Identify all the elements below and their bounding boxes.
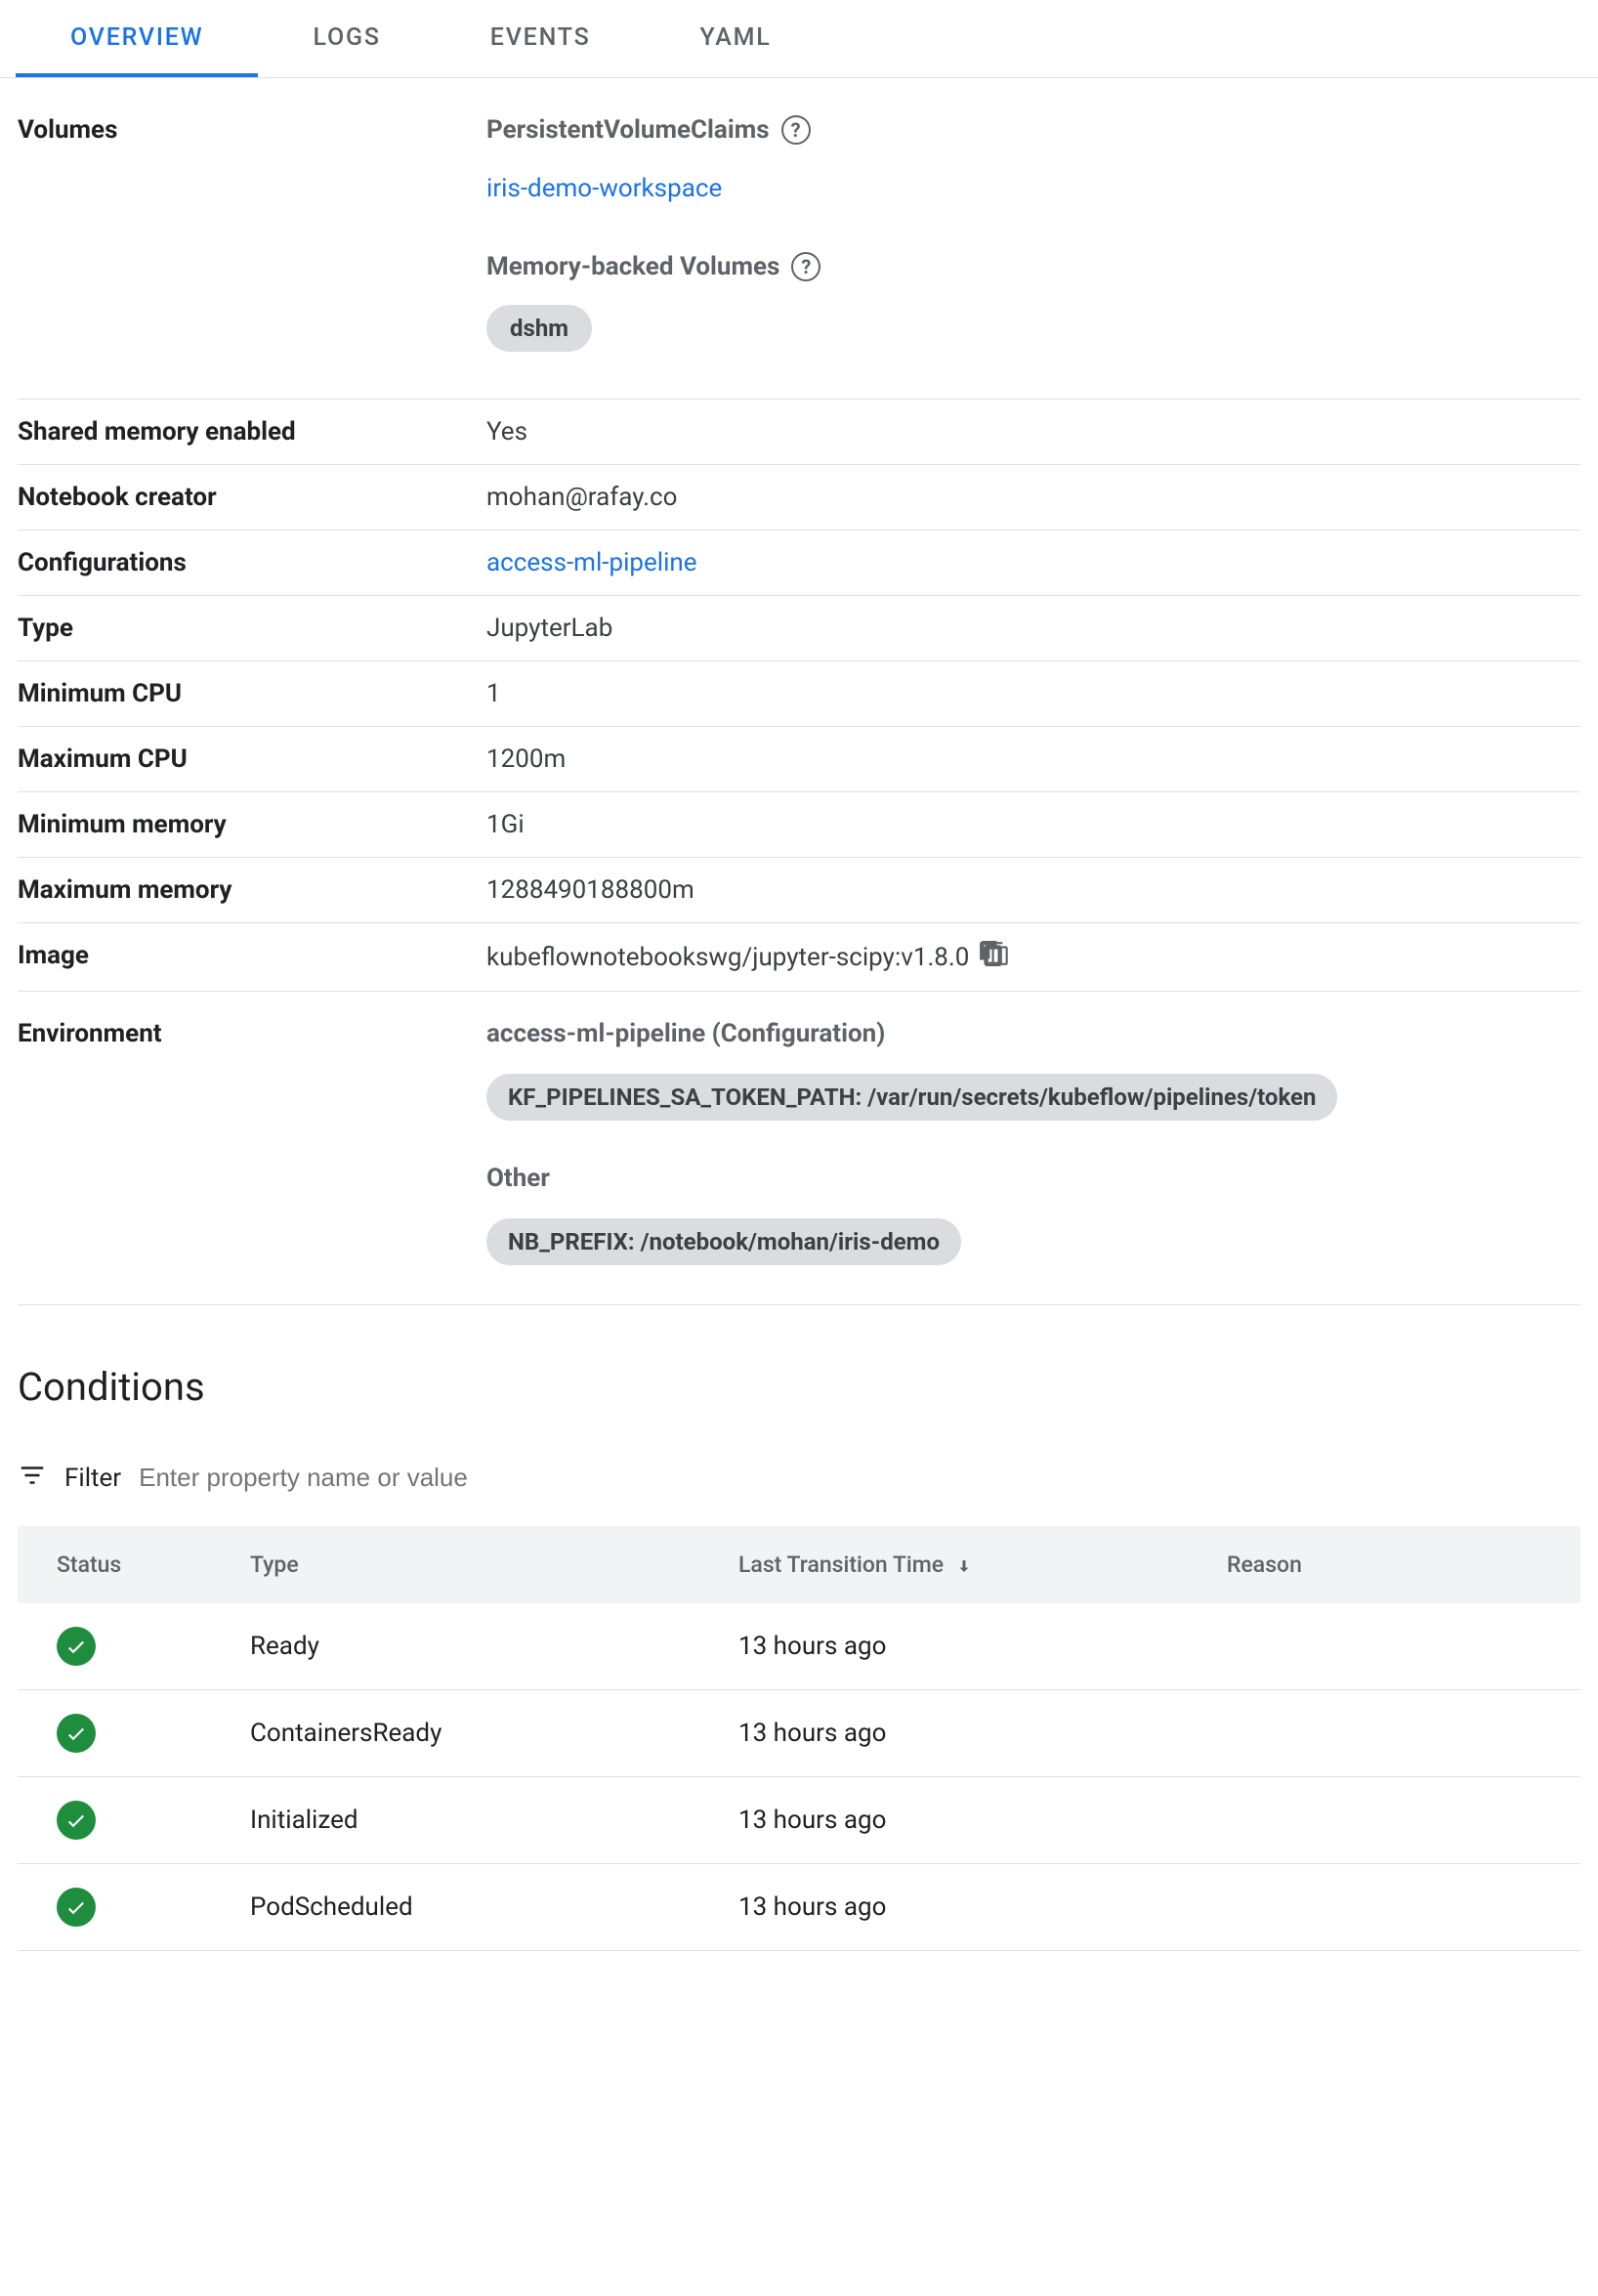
row-creator: Notebook creator mohan@rafay.co [18,465,1580,531]
conditions-title: Conditions [18,1364,1580,1410]
cell-reason [1209,1603,1580,1690]
row-configurations: Configurations access-ml-pipeline [18,531,1580,596]
label-min-mem: Minimum memory [18,810,486,839]
value-type: JupyterLab [486,614,1580,643]
row-shared-memory: Shared memory enabled Yes [18,400,1580,465]
col-type[interactable]: Type [232,1526,721,1603]
filter-label: Filter [64,1464,121,1493]
value-shared-memory: Yes [486,417,1580,446]
label-image: Image [18,941,486,973]
label-shared-memory: Shared memory enabled [18,417,486,446]
pvc-link[interactable]: iris-demo-workspace [486,174,722,203]
filter-input[interactable] [139,1459,1580,1497]
cell-type: Initialized [232,1777,721,1864]
table-row: Initialized13 hours ago [18,1777,1580,1864]
value-max-cpu: 1200m [486,744,1580,774]
check-circle-icon [57,1714,96,1753]
help-icon[interactable]: ? [791,252,820,281]
table-row: PodScheduled13 hours ago [18,1864,1580,1951]
cell-time: 13 hours ago [721,1777,1209,1864]
tab-events[interactable]: EVENTS [436,0,646,77]
table-row: ContainersReady13 hours ago [18,1690,1580,1777]
value-max-mem: 1288490188800m [486,875,1580,905]
row-volumes: Volumes PersistentVolumeClaims ? iris-de… [18,98,1580,400]
value-min-cpu: 1 [486,679,1580,708]
label-min-cpu: Minimum CPU [18,679,486,708]
heading-pvc: PersistentVolumeClaims ? [486,115,1580,145]
env-var-chip: NB_PREFIX: /notebook/mohan/iris-demo [486,1218,961,1265]
tabs-bar: OVERVIEW LOGS EVENTS YAML [0,0,1598,78]
sort-down-icon [949,1552,973,1578]
label-max-mem: Maximum memory [18,875,486,905]
row-min-mem: Minimum memory 1Gi [18,792,1580,858]
help-icon[interactable]: ? [781,115,811,145]
filter-icon[interactable] [18,1461,47,1496]
heading-memvol: Memory-backed Volumes ? [486,252,1580,281]
check-circle-icon [57,1801,96,1840]
memory-volume-chip: dshm [486,305,592,352]
overview-panel: Volumes PersistentVolumeClaims ? iris-de… [0,78,1598,1990]
env-group-title: Other [486,1164,1580,1193]
value-creator: mohan@rafay.co [486,483,1580,512]
cell-time: 13 hours ago [721,1864,1209,1951]
configurations-link[interactable]: access-ml-pipeline [486,548,697,577]
table-row: Ready13 hours ago [18,1603,1580,1690]
label-creator: Notebook creator [18,483,486,512]
cell-type: PodScheduled [232,1864,721,1951]
col-status[interactable]: Status [18,1526,232,1603]
tab-overview[interactable]: OVERVIEW [16,0,258,77]
label-environment: Environment [18,1019,486,1265]
label-volumes: Volumes [18,115,486,381]
value-min-mem: 1Gi [486,810,1580,839]
env-var-chip: KF_PIPELINES_SA_TOKEN_PATH: /var/run/sec… [486,1074,1337,1121]
conditions-table: Status Type Last Transition Time Reason … [18,1526,1580,1951]
tab-yaml[interactable]: YAML [646,0,826,77]
col-time-label: Last Transition Time [738,1552,944,1578]
env-group-title: access-ml-pipeline (Configuration) [486,1019,1580,1048]
cell-type: ContainersReady [232,1690,721,1777]
copy-icon[interactable] [979,941,1035,973]
row-max-mem: Maximum memory 1288490188800m [18,858,1580,923]
check-circle-icon [57,1888,96,1927]
heading-pvc-text: PersistentVolumeClaims [486,115,770,145]
label-type: Type [18,614,486,643]
cell-reason [1209,1777,1580,1864]
heading-memvol-text: Memory-backed Volumes [486,252,779,281]
col-reason[interactable]: Reason [1209,1526,1580,1603]
filter-row: Filter [18,1459,1580,1497]
cell-reason [1209,1690,1580,1777]
row-type: Type JupyterLab [18,596,1580,661]
row-max-cpu: Maximum CPU 1200m [18,727,1580,792]
label-max-cpu: Maximum CPU [18,744,486,774]
cell-time: 13 hours ago [721,1603,1209,1690]
check-circle-icon [57,1627,96,1666]
label-configurations: Configurations [18,548,486,577]
row-image: Image kubeflownotebookswg/jupyter-scipy:… [18,923,1580,992]
row-environment: Environment access-ml-pipeline (Configur… [18,992,1580,1305]
cell-reason [1209,1864,1580,1951]
row-min-cpu: Minimum CPU 1 [18,661,1580,727]
cell-time: 13 hours ago [721,1690,1209,1777]
cell-type: Ready [232,1603,721,1690]
col-time[interactable]: Last Transition Time [721,1526,1209,1603]
value-image: kubeflownotebookswg/jupyter-scipy:v1.8.0 [486,943,969,972]
tab-logs[interactable]: LOGS [258,0,435,77]
